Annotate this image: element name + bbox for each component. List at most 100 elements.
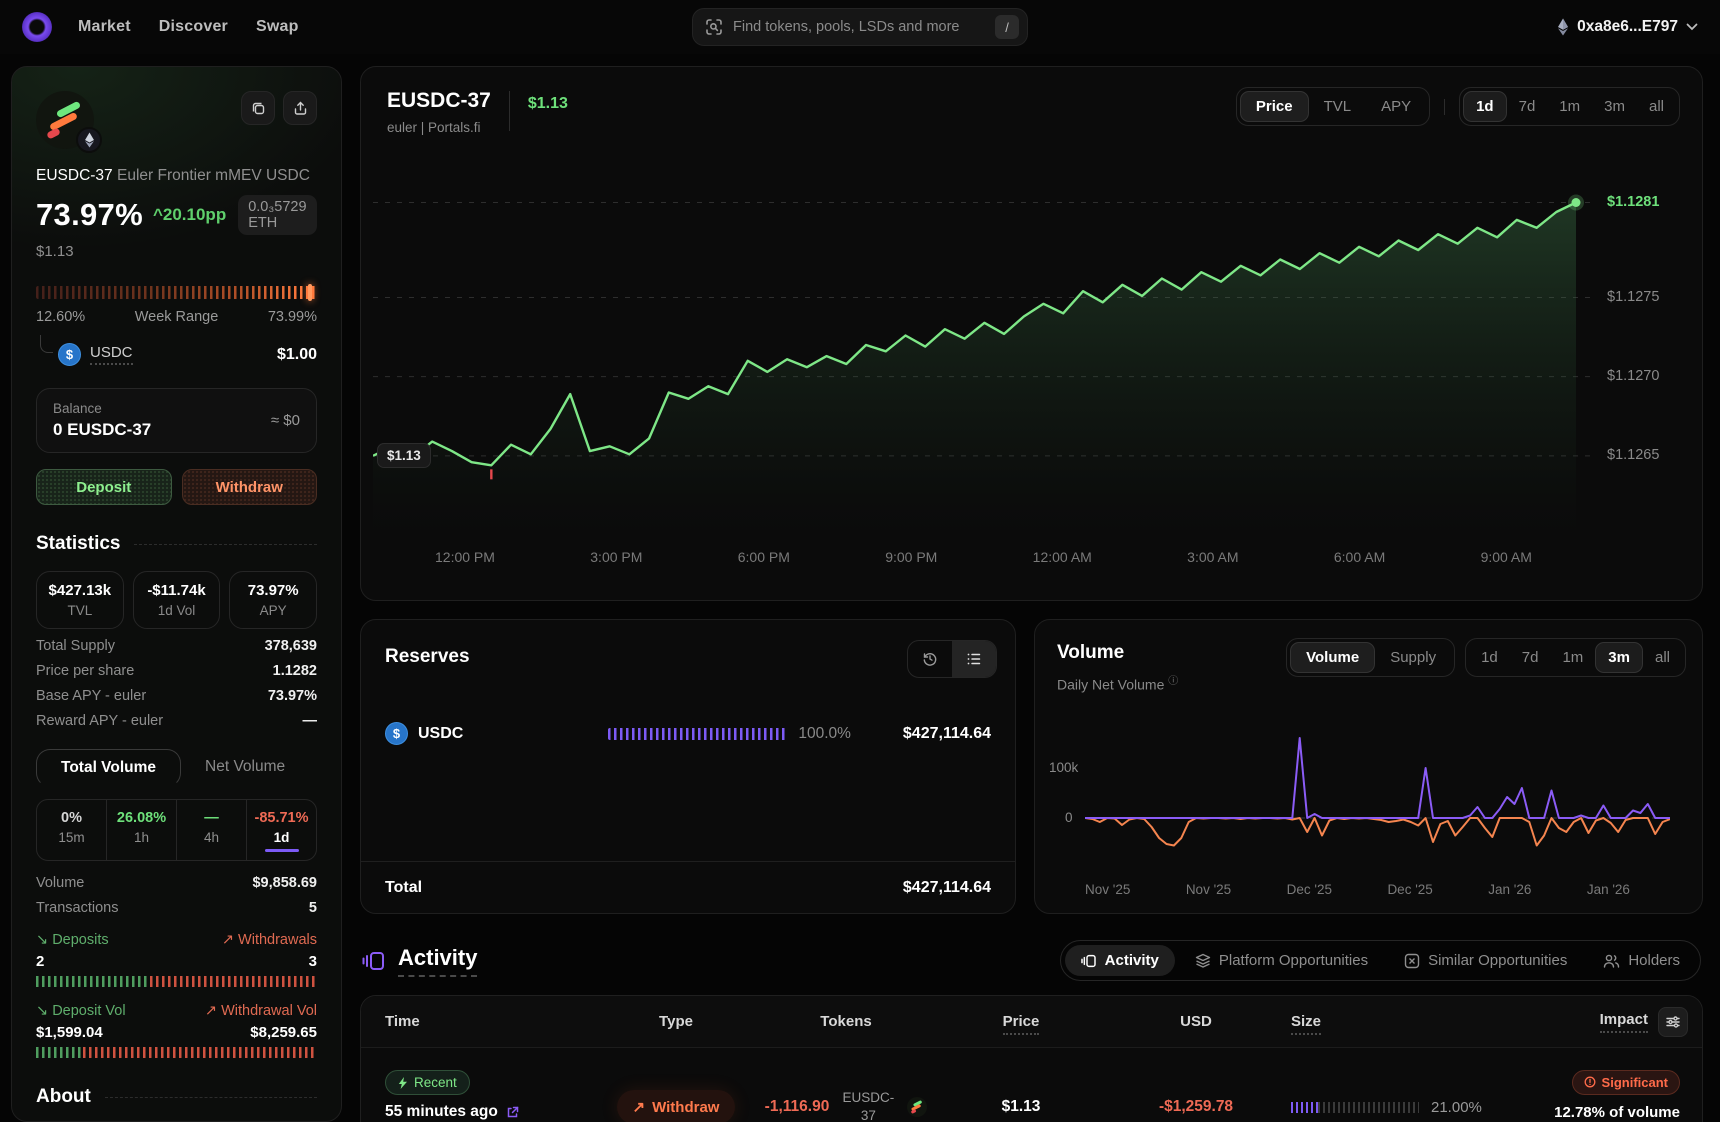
activity-heading: Activity <box>398 945 477 977</box>
activity-row[interactable]: Recent 55 minutes ago Feb 12, 2026 (9:25… <box>361 1048 1702 1122</box>
trend-up-icon: ↗ <box>205 1003 217 1019</box>
col-size[interactable]: Size <box>1291 1013 1521 1030</box>
withdraw-button[interactable]: Withdraw <box>182 469 318 505</box>
tree-connector <box>40 335 53 353</box>
vrange-3m[interactable]: 3m <box>1595 642 1643 673</box>
chart-current-price: $1.13 <box>528 95 568 113</box>
x-tick: Jan '26 <box>1587 882 1630 897</box>
deposit-button[interactable]: Deposit <box>36 469 172 505</box>
reserves-view-toggle <box>907 640 997 678</box>
tab-price[interactable]: Price <box>1240 91 1309 122</box>
deposits-segment <box>36 976 148 987</box>
week-range-high: 73.99% <box>268 309 317 325</box>
range-1m[interactable]: 1m <box>1547 92 1592 121</box>
vrange-1m[interactable]: 1m <box>1550 643 1595 672</box>
tab-tvl[interactable]: TVL <box>1309 92 1367 121</box>
reserve-row-usdc[interactable]: $ USDC 100.0% $427,114.64 <box>385 722 991 745</box>
range-1d[interactable]: 1d <box>1463 91 1507 122</box>
net-volume-chart[interactable] <box>1085 678 1670 863</box>
external-link-icon[interactable] <box>506 1106 519 1119</box>
usdc-icon: $ <box>385 722 408 745</box>
wallet-address: 0xa8e6...E797 <box>1577 18 1678 36</box>
vault-apy-value: 73.97% <box>36 197 143 233</box>
tab-holders[interactable]: Holders <box>1587 945 1696 976</box>
x-tick: 12:00 PM <box>435 549 495 565</box>
share-button[interactable] <box>283 91 317 125</box>
tab-similar-opportunities[interactable]: Similar Opportunities <box>1388 945 1583 976</box>
perf-4h[interactable]: —4h <box>176 800 246 860</box>
eth-denominated-value: 0.0₃5729 ETH <box>238 195 317 235</box>
statistics-heading: Statistics <box>36 533 120 555</box>
box-x-icon <box>1404 953 1420 969</box>
perf-1d[interactable]: -85.71%1d <box>246 800 316 860</box>
active-period-underline <box>265 849 299 852</box>
underlying-price: $1.00 <box>277 346 317 364</box>
vrange-1d[interactable]: 1d <box>1469 643 1510 672</box>
history-view-button[interactable] <box>908 641 952 677</box>
activity-section: Activity Activity Platform Opportunities <box>360 940 1703 1122</box>
list-view-button[interactable] <box>952 641 996 677</box>
activity-icon <box>362 949 386 973</box>
x-tick: 3:00 PM <box>590 549 642 565</box>
vault-name: Euler Frontier mMEV USDC <box>117 167 310 184</box>
app-logo-icon[interactable] <box>22 12 52 42</box>
x-tick: Nov '25 <box>1186 882 1231 897</box>
copy-address-button[interactable] <box>241 91 275 125</box>
bolt-icon <box>398 1077 408 1089</box>
x-tick: Nov '25 <box>1085 882 1130 897</box>
col-impact[interactable]: Impact <box>1521 1007 1702 1037</box>
x-tick: 3:00 AM <box>1187 549 1238 565</box>
x-tick: Dec '25 <box>1287 882 1332 897</box>
tab-supply[interactable]: Supply <box>1375 643 1451 672</box>
flow-volume-labels: ↘ Deposit Vol ↗ Withdrawal Vol <box>36 1003 317 1019</box>
tab-volume[interactable]: Volume <box>1290 642 1375 673</box>
search-placeholder: Find tokens, pools, LSDs and more <box>733 19 995 35</box>
withdrawals-segment <box>150 976 317 987</box>
vrange-all[interactable]: all <box>1643 643 1682 672</box>
y-tick: $1.1270 <box>1607 368 1659 384</box>
week-range-marker <box>308 284 312 301</box>
vault-symbol: EUSDC-37 <box>36 167 113 184</box>
x-tick: 12:00 AM <box>1033 549 1092 565</box>
tab-activity[interactable]: Activity <box>1065 945 1175 976</box>
wallet-button[interactable]: 0xa8e6...E797 <box>1557 18 1698 36</box>
nav-discover[interactable]: Discover <box>159 18 228 36</box>
volume-x-axis: Nov '25 Nov '25 Dec '25 Dec '25 Jan '26 … <box>1085 882 1670 897</box>
table-filter-button[interactable] <box>1658 1007 1688 1037</box>
vrange-7d[interactable]: 7d <box>1510 643 1551 672</box>
tab-net-volume[interactable]: Net Volume <box>181 749 309 787</box>
perf-1h[interactable]: 26.08%1h <box>106 800 176 860</box>
volume-y-tick-0: 0 <box>1065 810 1073 825</box>
divider <box>134 544 317 545</box>
reserves-heading: Reserves <box>385 646 470 668</box>
y-tick-current: $1.1281 <box>1607 194 1659 210</box>
size-percent: 21.00% <box>1431 1099 1482 1116</box>
divider <box>105 1097 317 1098</box>
reserve-share-bar <box>608 728 786 740</box>
activity-table-header: Time Type Tokens Price USD Size Impact <box>361 996 1702 1048</box>
perf-15m[interactable]: 0%15m <box>37 800 106 860</box>
nav-swap[interactable]: Swap <box>256 18 299 36</box>
range-7d[interactable]: 7d <box>1507 92 1548 121</box>
price-chart-card: EUSDC-37 euler | Portals.fi $1.13 Price … <box>360 66 1703 601</box>
x-tick: 6:00 PM <box>738 549 790 565</box>
nav-market[interactable]: Market <box>78 18 131 36</box>
price-line-chart[interactable] <box>373 155 1590 535</box>
row-transactions: Transactions5 <box>36 900 317 916</box>
col-price[interactable]: Price <box>941 1013 1101 1030</box>
withdrawal-vol-segment <box>83 1047 317 1058</box>
trend-down-icon: ↘ <box>36 932 48 948</box>
main-nav: Market Discover Swap <box>78 18 299 36</box>
tab-total-volume[interactable]: Total Volume <box>36 749 181 787</box>
about-heading: About <box>36 1086 91 1108</box>
underlying-asset-row[interactable]: $ USDC $1.00 <box>36 343 317 366</box>
search-input[interactable]: Find tokens, pools, LSDs and more / <box>692 8 1028 46</box>
x-tick: Dec '25 <box>1387 882 1432 897</box>
significant-badge: Significant <box>1572 1070 1680 1095</box>
row-reward-apy: Reward APY - euler— <box>36 713 317 729</box>
app-screen: Market Discover Swap Find tokens, pools,… <box>0 0 1720 1122</box>
tab-apy[interactable]: APY <box>1366 92 1426 121</box>
tab-platform-opportunities[interactable]: Platform Opportunities <box>1179 945 1384 976</box>
flow-volumes: $1,599.04$8,259.65 <box>36 1024 317 1041</box>
activity-table: Time Type Tokens Price USD Size Impact <box>360 995 1703 1122</box>
